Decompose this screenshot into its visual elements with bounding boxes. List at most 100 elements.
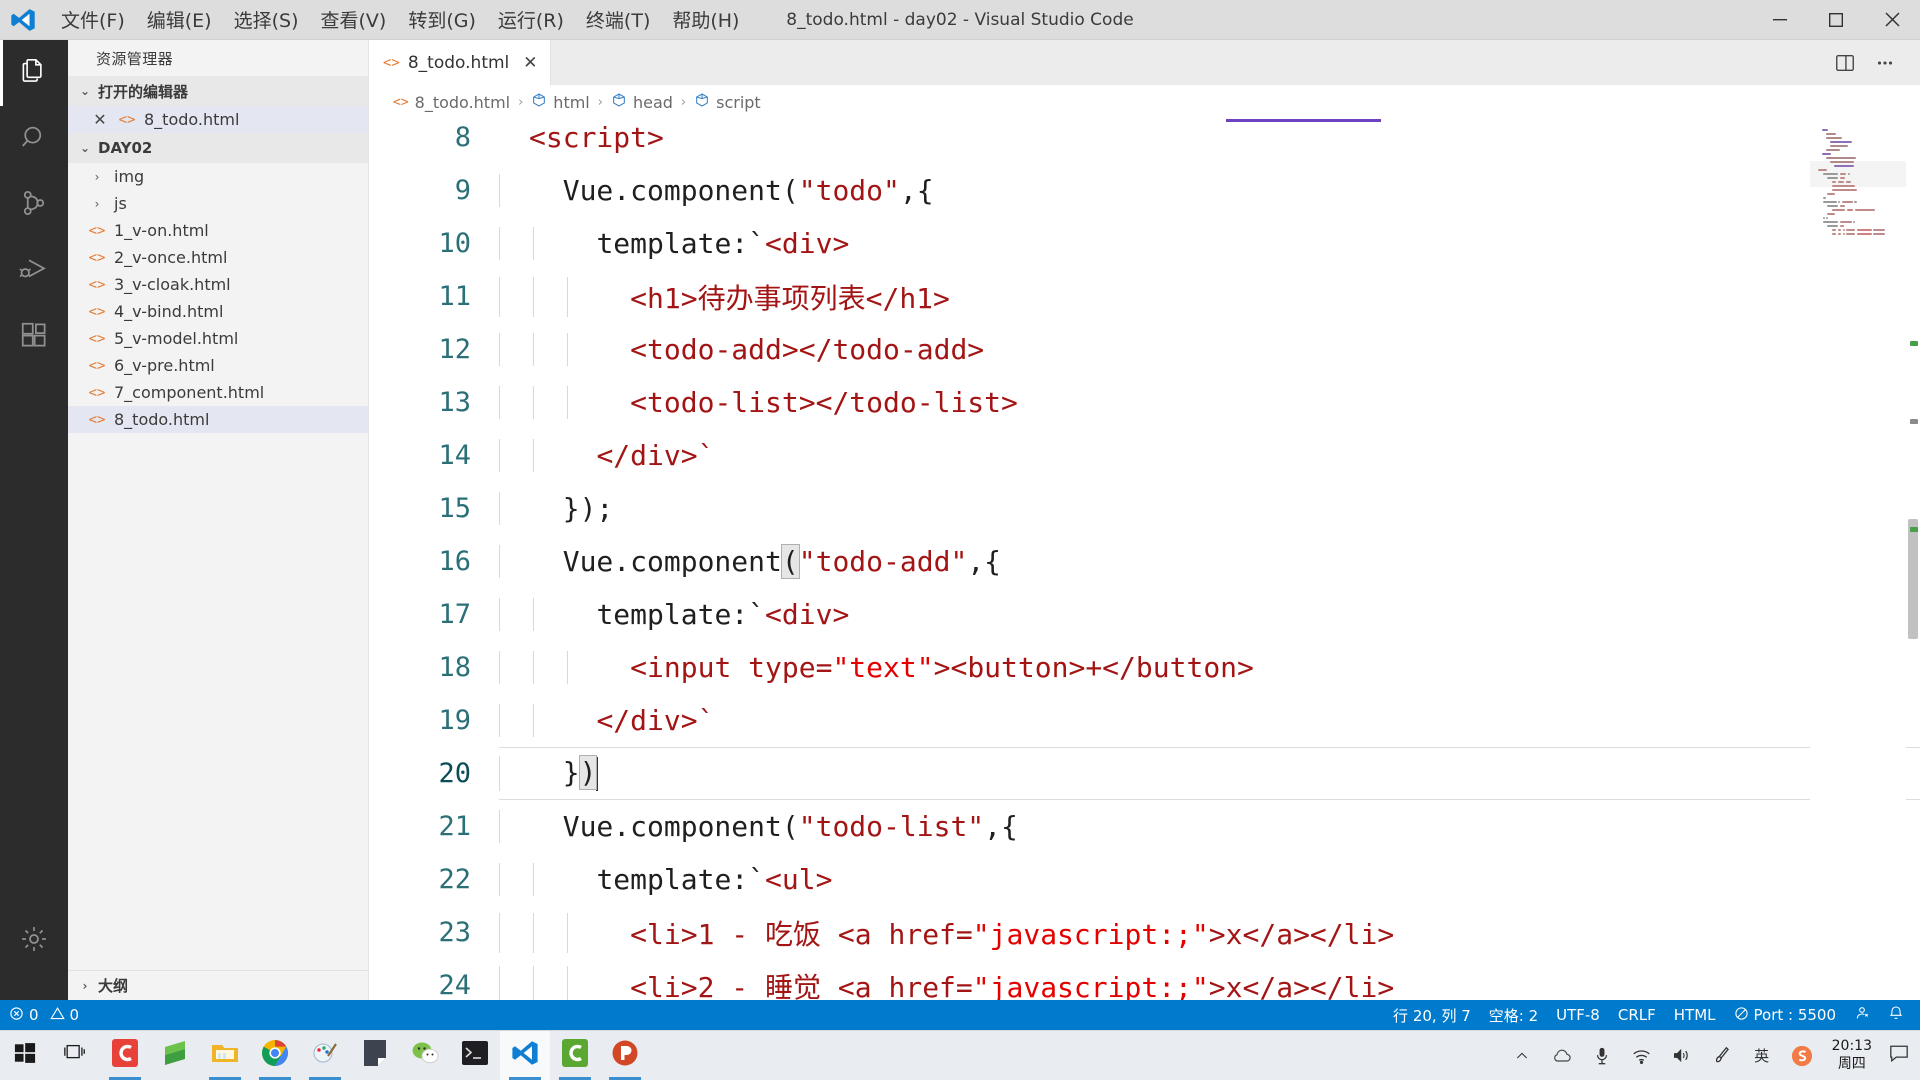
windows-taskbar: 英 20:13 周四 — [0, 1030, 1920, 1080]
tree-item-8-todo[interactable]: <> 8_todo.html — [68, 406, 368, 433]
cloud-icon[interactable] — [1542, 1031, 1582, 1080]
taskbar-clock[interactable]: 20:13 周四 — [1822, 1031, 1882, 1080]
split-editor-icon[interactable] — [1828, 46, 1862, 80]
ellipsis-icon[interactable] — [1868, 46, 1902, 80]
speaker-icon[interactable] — [1662, 1031, 1702, 1080]
menu-help[interactable]: 帮助(H) — [661, 2, 750, 37]
activitybar-source-control[interactable] — [0, 172, 68, 238]
maximize-button[interactable] — [1808, 0, 1864, 40]
section-outline[interactable]: › 大纲 — [68, 970, 368, 1000]
tree-item-4-v-bind[interactable]: <> 4_v-bind.html — [68, 298, 368, 325]
tree-item-3-v-cloak[interactable]: <> 3_v-cloak.html — [68, 271, 368, 298]
taskbar-chrome[interactable] — [250, 1031, 300, 1080]
tree-item-2-v-once[interactable]: <> 2_v-once.html — [68, 244, 368, 271]
breadcrumb-item-script[interactable]: script — [694, 92, 761, 112]
code-line[interactable]: 21 Vue.component("todo-list",{ — [369, 800, 1920, 853]
activitybar-extensions[interactable] — [0, 304, 68, 370]
minimap[interactable] — [1810, 119, 1906, 1000]
taskbar-powerpoint[interactable] — [600, 1031, 650, 1080]
html-icon: <> — [88, 222, 106, 239]
sogou-icon[interactable] — [1782, 1031, 1822, 1080]
breadcrumb-item-head[interactable]: head — [611, 92, 673, 112]
close-button[interactable] — [1864, 0, 1920, 40]
taskbar-app-c[interactable] — [100, 1031, 150, 1080]
ime-icon[interactable]: 英 — [1742, 1031, 1782, 1080]
status-live-server-port[interactable]: Port : 5500 — [1725, 1000, 1846, 1030]
status-accounts[interactable] — [1845, 1000, 1879, 1030]
code-line[interactable]: 11 <h1>待办事项列表</h1> — [369, 270, 1920, 323]
start-button[interactable] — [0, 1031, 50, 1080]
pen-icon[interactable] — [1702, 1031, 1742, 1080]
code-line[interactable]: 22 template:`<ul> — [369, 853, 1920, 906]
tree-item-7-component[interactable]: <> 7_component.html — [68, 379, 368, 406]
wifi-icon[interactable] — [1622, 1031, 1662, 1080]
code-line[interactable]: 20 }) — [369, 747, 1920, 800]
code-line[interactable]: 17 template:`<div> — [369, 588, 1920, 641]
status-language-mode[interactable]: HTML — [1665, 1000, 1725, 1030]
scrollbar-thumb[interactable] — [1908, 519, 1918, 639]
code-line[interactable]: 10 template:`<div> — [369, 217, 1920, 270]
activitybar-manage[interactable] — [0, 908, 68, 974]
close-icon[interactable]: ✕ — [523, 53, 537, 73]
tree-item-1-v-on[interactable]: <> 1_v-on.html — [68, 217, 368, 244]
editor-vertical-scrollbar[interactable] — [1906, 119, 1920, 1000]
taskbar-app-sublime[interactable] — [150, 1031, 200, 1080]
menu-run[interactable]: 运行(R) — [487, 2, 575, 37]
code-line[interactable]: 24 <li>2 - 睡觉 <a href="javascript:;">x</… — [369, 959, 1920, 1000]
html-icon: <> — [88, 411, 106, 428]
code-line[interactable]: 19 </div>` — [369, 694, 1920, 747]
breadcrumb-item-html[interactable]: html — [531, 92, 590, 112]
task-view-button[interactable] — [50, 1031, 100, 1080]
action-center-button[interactable] — [1882, 1031, 1916, 1080]
code-line[interactable]: 16 Vue.component("todo-add",{ — [369, 535, 1920, 588]
status-cursor-position[interactable]: 行 20, 列 7 — [1384, 1000, 1480, 1030]
microphone-icon[interactable] — [1582, 1031, 1622, 1080]
taskbar-terminal[interactable] — [450, 1031, 500, 1080]
tree-item-js[interactable]: › js — [68, 190, 368, 217]
status-notifications[interactable] — [1879, 1000, 1920, 1030]
code-line[interactable]: 15 }); — [369, 482, 1920, 535]
taskbar-wechat[interactable] — [400, 1031, 450, 1080]
menu-view[interactable]: 查看(V) — [310, 2, 398, 37]
status-indentation[interactable]: 空格: 2 — [1480, 1000, 1547, 1030]
chevron-up-icon[interactable] — [1502, 1031, 1542, 1080]
code-line[interactable]: 23 <li>1 - 吃饭 <a href="javascript:;">x</… — [369, 906, 1920, 959]
menu-file[interactable]: 文件(F) — [50, 2, 136, 37]
menu-edit[interactable]: 编辑(E) — [136, 2, 223, 37]
open-editor-item-8-todo[interactable]: ✕ <> 8_todo.html — [68, 106, 368, 133]
menu-terminal[interactable]: 终端(T) — [575, 2, 661, 37]
menu-go[interactable]: 转到(G) — [397, 2, 487, 37]
activitybar-search[interactable] — [0, 106, 68, 172]
code-lines-container[interactable]: 8 <script> 9 Vue.component("todo",{10 temp… — [369, 119, 1920, 1000]
taskbar-vscode[interactable] — [500, 1030, 550, 1080]
activitybar-explorer[interactable] — [0, 40, 68, 106]
tab-8-todo-html[interactable]: <> 8_todo.html ✕ — [369, 40, 551, 85]
code-token: Vue.component — [562, 545, 782, 578]
activitybar-run-and-debug[interactable] — [0, 238, 68, 304]
code-line[interactable]: 14 </div>` — [369, 429, 1920, 482]
taskbar-c-green[interactable] — [550, 1031, 600, 1080]
close-icon[interactable]: ✕ — [90, 110, 110, 129]
code-line[interactable]: 9 Vue.component("todo",{ — [369, 164, 1920, 217]
status-encoding[interactable]: UTF-8 — [1547, 1000, 1609, 1030]
indent-guide — [566, 276, 568, 317]
section-folder-day02[interactable]: ⌄ DAY02 — [68, 133, 368, 163]
taskbar-note[interactable] — [350, 1031, 400, 1080]
menu-selection[interactable]: 选择(S) — [223, 2, 310, 37]
code-line[interactable]: 8 <script> — [369, 119, 1920, 164]
minimize-button[interactable] — [1752, 0, 1808, 40]
tree-item-5-v-model[interactable]: <> 5_v-model.html — [68, 325, 368, 352]
taskbar-paint[interactable] — [300, 1031, 350, 1080]
code-line[interactable]: 18 <input type="text"><button>+</button> — [369, 641, 1920, 694]
tree-item-img[interactable]: › img — [68, 163, 368, 190]
code-line[interactable]: 13 <todo-list></todo-list> — [369, 376, 1920, 429]
section-open-editors[interactable]: ⌄ 打开的编辑器 — [68, 76, 368, 106]
tree-item-6-v-pre[interactable]: <> 6_v-pre.html — [68, 352, 368, 379]
code-line[interactable]: 12 <todo-add></todo-add> — [369, 323, 1920, 376]
taskbar-file-explorer[interactable] — [200, 1031, 250, 1080]
status-eol[interactable]: CRLF — [1609, 1000, 1665, 1030]
code-editor[interactable]: 8 <script> 9 Vue.component("todo",{10 temp… — [369, 119, 1920, 1000]
status-problems[interactable]: 0 0 — [0, 1000, 88, 1030]
breadcrumb-item-file[interactable]: <> 8_todo.html — [393, 93, 510, 112]
